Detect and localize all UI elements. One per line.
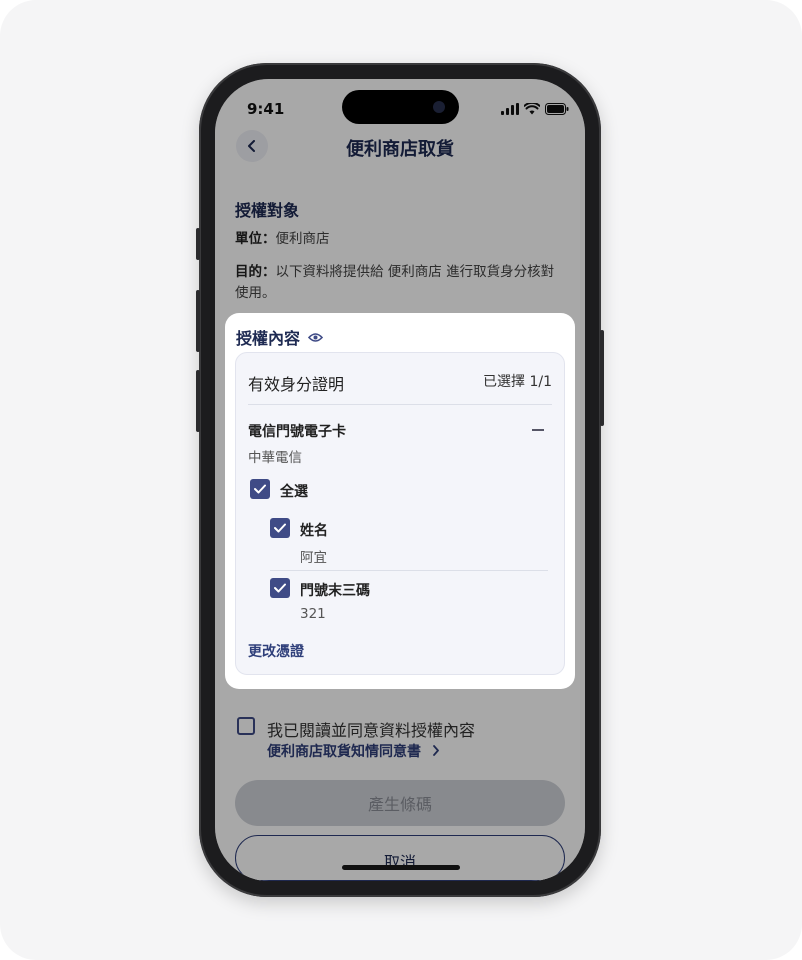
field-value-phone-last3: 321	[300, 606, 326, 622]
field-checkbox-phone-last3[interactable]	[270, 578, 290, 598]
action-button	[196, 228, 200, 260]
select-all-label: 全選	[280, 484, 308, 500]
credential-issuer: 中華電信	[248, 450, 302, 466]
credential-group-header: 有效身分證明 已選擇 1/1	[248, 371, 552, 395]
change-credential-link[interactable]: 更改憑證	[248, 641, 304, 661]
collapse-icon[interactable]	[532, 429, 544, 431]
dynamic-island	[342, 90, 459, 124]
volume-up-button	[196, 290, 200, 352]
check-icon	[274, 523, 286, 533]
auth-content-heading: 授權內容	[236, 329, 301, 348]
credential-group: 有效身分證明 已選擇 1/1 電信門號電子卡 中華電信 全選 姓名 阿宜 門號末…	[235, 352, 565, 675]
credential-name: 電信門號電子卡	[248, 424, 346, 440]
selected-count: 已選擇 1/1	[483, 374, 552, 390]
divider	[248, 404, 552, 405]
field-label-name: 姓名	[300, 523, 328, 539]
check-icon	[274, 583, 286, 593]
check-icon	[254, 484, 266, 494]
eye-icon[interactable]	[308, 332, 324, 343]
phone-screen: 9:41 便利商店取貨 授權對象 單位：便利商店 目的：以下資料將提供給 便利商…	[215, 79, 585, 881]
power-button	[600, 330, 604, 426]
select-all-checkbox[interactable]	[250, 479, 270, 499]
volume-down-button	[196, 370, 200, 432]
field-checkbox-name[interactable]	[270, 518, 290, 538]
divider	[270, 570, 548, 571]
camera-icon	[433, 101, 445, 113]
field-label-phone-last3: 門號末三碼	[300, 583, 370, 599]
auth-content-header: 授權內容	[236, 325, 324, 349]
field-value-name: 阿宜	[300, 550, 327, 566]
group-title: 有效身分證明	[248, 375, 345, 394]
home-indicator	[342, 865, 460, 870]
auth-content-card: 授權內容 有效身分證明 已選擇 1/1 電信門號電子卡 中華電信 全選 姓名 阿…	[225, 313, 575, 689]
